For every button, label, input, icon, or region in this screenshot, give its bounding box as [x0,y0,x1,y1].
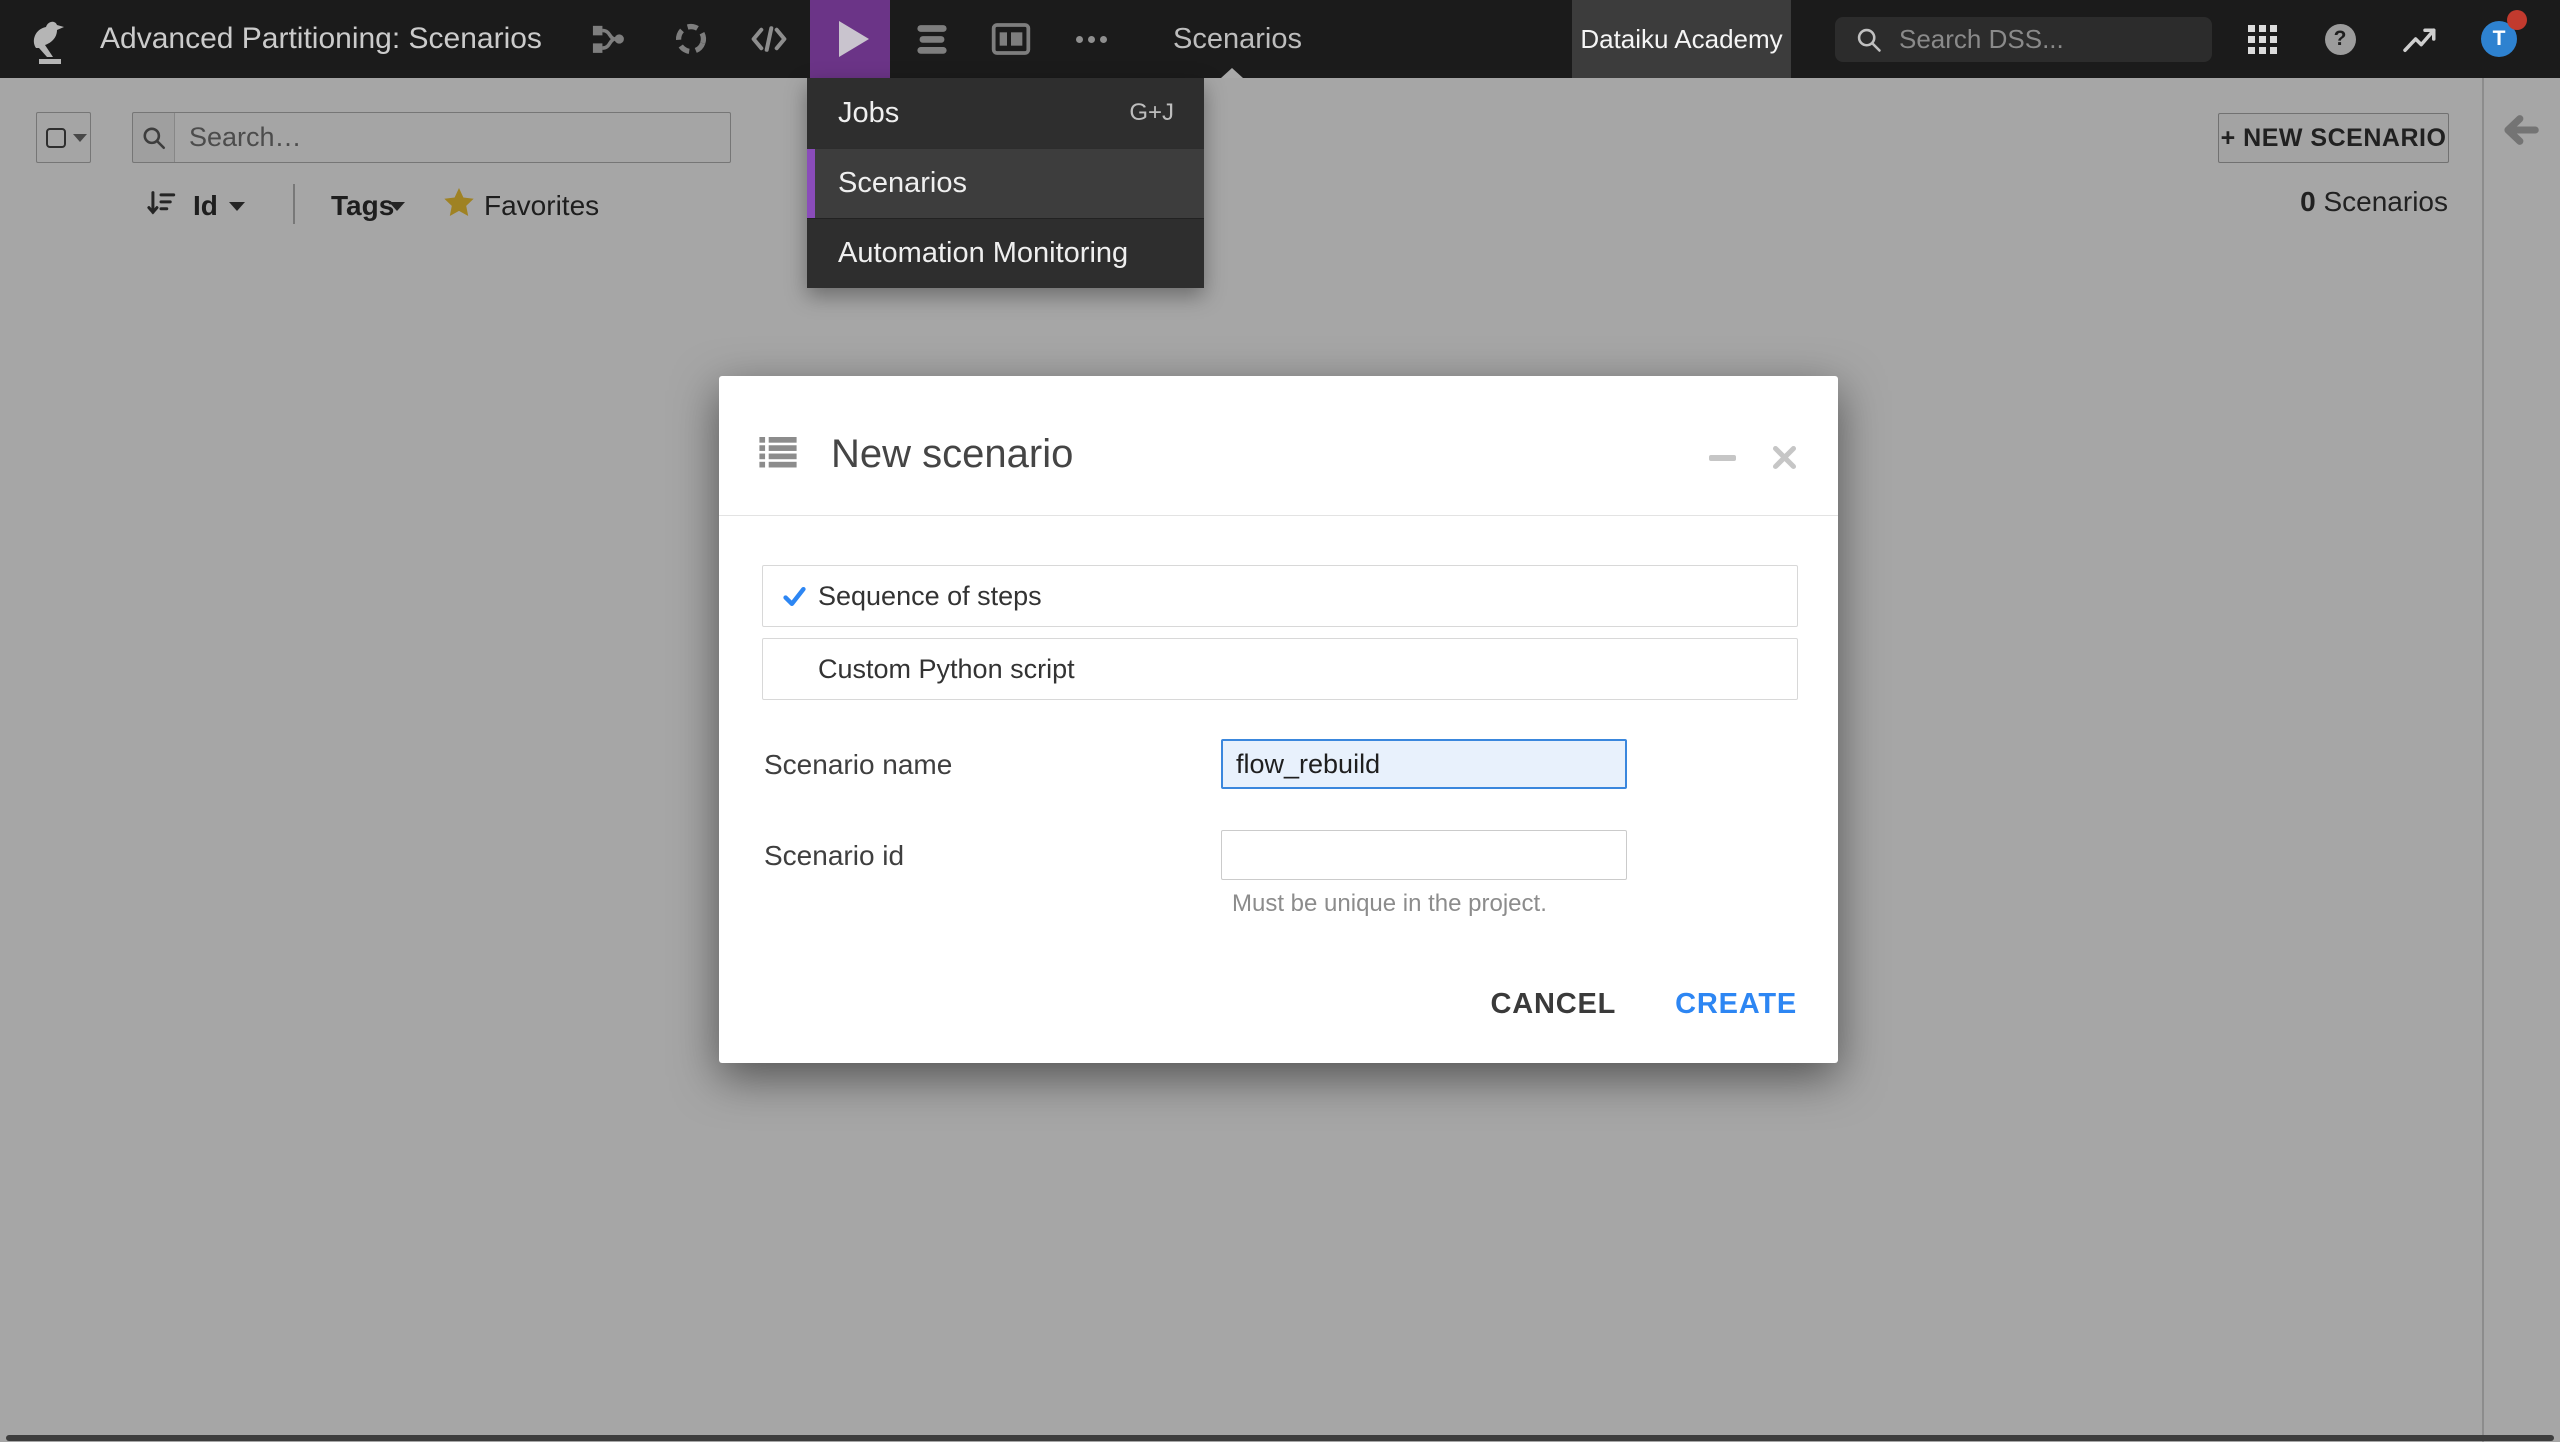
flow-icon[interactable] [581,0,637,78]
apps-grid-icon[interactable] [2240,0,2284,78]
current-section-label: Scenarios [1173,23,1302,55]
scenario-id-help: Must be unique in the project. [1232,890,1547,917]
search-icon [1857,28,1881,52]
scenario-list-icon [759,437,797,473]
dataiku-academy-button[interactable]: Dataiku Academy [1572,0,1791,78]
option-custom-python-script[interactable]: Custom Python script [762,638,1798,700]
dataiku-logo[interactable] [22,12,78,68]
help-icon[interactable]: ? [2318,0,2362,78]
new-scenario-modal: New scenario Sequence of steps Custom Py… [719,376,1838,1063]
scenario-id-input[interactable] [1221,830,1627,880]
check-icon [783,586,806,612]
notification-dot [2507,10,2527,30]
lab-icon[interactable] [663,0,719,78]
scenario-name-input[interactable] [1221,739,1627,789]
scenarios-dropdown-menu: Jobs G+J Scenarios Automation Monitoring [807,78,1204,288]
cancel-button[interactable]: CANCEL [1490,988,1616,1021]
modal-actions: CANCEL CREATE [1490,988,1797,1021]
scenarios-menu-button[interactable] [810,0,890,78]
active-section-caret [1221,68,1243,78]
modal-header: New scenario [719,376,1838,516]
trending-icon[interactable] [2398,0,2442,78]
scenario-id-label: Scenario id [764,840,905,871]
close-icon[interactable] [1771,444,1798,476]
create-button[interactable]: CREATE [1675,988,1797,1021]
global-search-input[interactable] [1899,24,2179,55]
modal-title: New scenario [831,432,1074,476]
menu-item-automation-monitoring[interactable]: Automation Monitoring [807,218,1204,288]
dashboard-icon[interactable] [983,0,1039,78]
global-search [1835,17,2212,62]
minimize-icon[interactable] [1709,455,1736,461]
shortcut-badge: G+J [1129,99,1174,126]
dss-screen: Id Tags Favorites + NEW SCENARIO 0 Scena… [0,0,2560,1442]
code-icon[interactable] [741,0,797,78]
menu-item-scenarios[interactable]: Scenarios [807,148,1204,218]
jobs-stack-icon[interactable] [904,0,960,78]
project-page-title: Advanced Partitioning: Scenarios [100,22,542,55]
scenario-name-label: Scenario name [764,749,953,780]
top-navbar: Advanced Partitioning: Scenarios Scenari… [0,0,2560,78]
option-sequence-of-steps[interactable]: Sequence of steps [762,565,1798,627]
more-menu-icon[interactable] [1071,0,1111,78]
menu-item-jobs[interactable]: Jobs G+J [807,78,1204,148]
play-icon [839,21,869,57]
